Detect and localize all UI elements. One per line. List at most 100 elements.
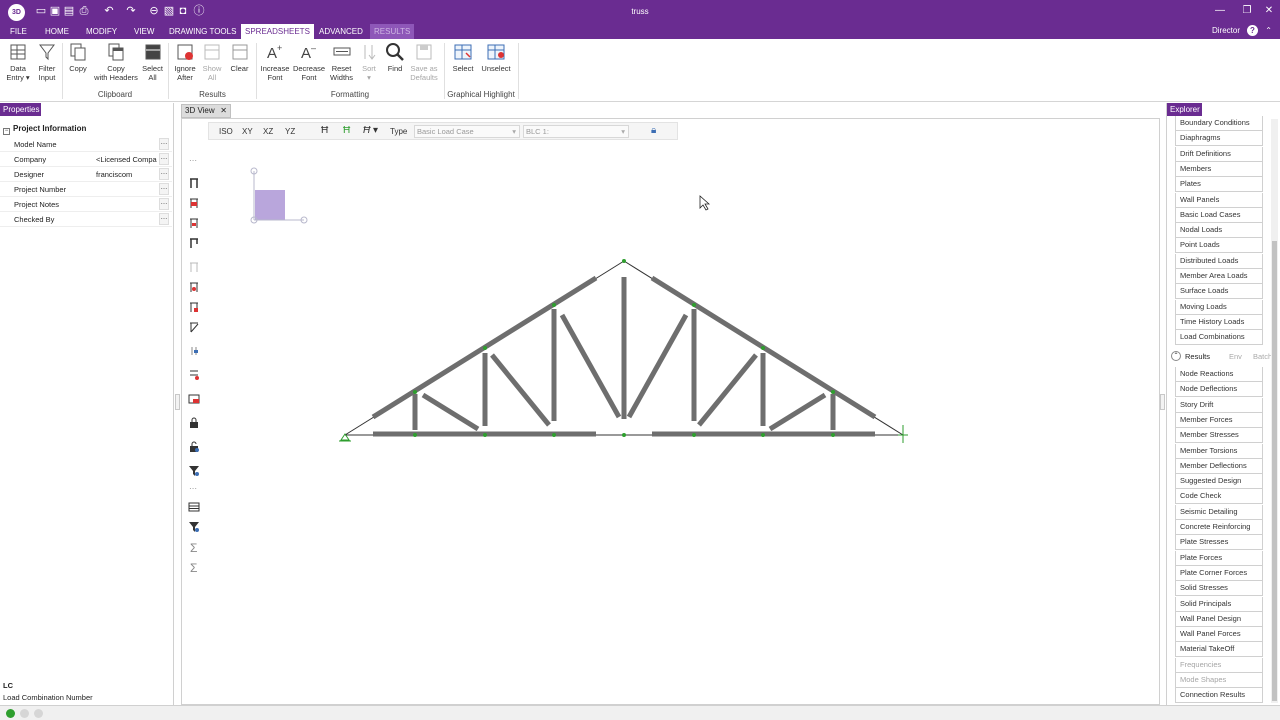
node-bottom-2 xyxy=(483,433,487,437)
clear-button[interactable]: Clear xyxy=(227,42,252,73)
ellipsis-button[interactable]: … xyxy=(159,168,169,180)
graphical-select-button[interactable]: Select xyxy=(450,42,476,73)
explorer-item-member-torsions[interactable]: Member Torsions xyxy=(1175,443,1263,459)
find-button[interactable]: Find xyxy=(383,42,407,73)
explorer-item-seismic-detailing[interactable]: Seismic Detailing xyxy=(1175,504,1263,520)
tab-advanced[interactable]: ADVANCED xyxy=(315,24,367,39)
left-splitter-handle[interactable] xyxy=(175,394,180,410)
env-toggle[interactable]: Env xyxy=(1229,352,1242,361)
tab-file[interactable]: FILE xyxy=(6,24,31,39)
explorer-item-node-reactions[interactable]: Node Reactions xyxy=(1175,367,1263,382)
explorer-item-boundary-conditions[interactable]: Boundary Conditions xyxy=(1175,116,1263,131)
explorer-item-solid-principals[interactable]: Solid Principals xyxy=(1175,596,1263,612)
ignore-after-button[interactable]: Ignore After xyxy=(171,42,199,82)
property-row-designer[interactable]: Designer franciscom … xyxy=(0,167,172,182)
explorer-item-member-forces[interactable]: Member Forces xyxy=(1175,412,1263,428)
results-section-header[interactable]: ⌃ Results Env Batch xyxy=(1169,350,1279,364)
explorer-item-node-deflections[interactable]: Node Deflections xyxy=(1175,382,1263,398)
property-value[interactable]: franciscom xyxy=(96,170,158,179)
tab-modify[interactable]: MODIFY xyxy=(82,24,121,39)
explorer-item-suggested-design[interactable]: Suggested Design xyxy=(1175,474,1263,490)
close-tab-icon[interactable]: ✕ xyxy=(220,105,227,117)
explorer-item-drift-definitions[interactable]: Drift Definitions xyxy=(1175,146,1263,162)
show-all-button[interactable]: Show All xyxy=(200,42,224,82)
property-row-model-name[interactable]: Model Name … xyxy=(0,137,172,152)
explorer-item-wall-panels[interactable]: Wall Panels xyxy=(1175,192,1263,208)
data-entry-button[interactable]: Data Entry ▾ xyxy=(3,42,33,82)
copy-button[interactable]: Copy xyxy=(65,42,91,73)
ellipsis-button[interactable]: … xyxy=(159,183,169,195)
explorer-item-moving-loads[interactable]: Moving Loads xyxy=(1175,299,1263,315)
increase-font-button[interactable]: A + Increase Font xyxy=(258,42,292,82)
tab-results[interactable]: RESULTS xyxy=(370,24,415,39)
explorer-item-story-drift[interactable]: Story Drift xyxy=(1175,397,1263,413)
property-row-project-notes[interactable]: Project Notes … xyxy=(0,197,172,212)
close-window-icon[interactable]: ✕ xyxy=(1262,5,1276,16)
explorer-item-diaphragms[interactable]: Diaphragms xyxy=(1175,131,1263,147)
batch-toggle[interactable]: Batch xyxy=(1253,352,1272,361)
truss-model[interactable] xyxy=(182,119,1159,704)
ellipsis-button[interactable]: … xyxy=(159,213,169,225)
tab-drawing-tools[interactable]: DRAWING TOOLS xyxy=(165,24,240,39)
property-row-checked-by[interactable]: Checked By … xyxy=(0,212,172,227)
3d-view-canvas[interactable]: ISO XY XZ YZ Ħ Ħ Ħ ▾ Type Basic Load Cas… xyxy=(181,118,1160,705)
save-as-defaults-button[interactable]: Save as Defaults xyxy=(408,42,440,82)
restore-icon[interactable]: ❐ xyxy=(1240,5,1254,16)
ribbon: Data Entry ▾ Filter Input Copy Copy with… xyxy=(0,39,1280,102)
right-splitter-handle[interactable] xyxy=(1160,394,1165,410)
explorer-item-mode-shapes[interactable]: Mode Shapes xyxy=(1175,673,1263,688)
graphical-unselect-button[interactable]: Unselect xyxy=(480,42,512,73)
explorer-item-wall-panel-design[interactable]: Wall Panel Design xyxy=(1175,611,1263,627)
scrollbar-thumb[interactable] xyxy=(1272,241,1277,701)
property-description: Load Combination Number xyxy=(3,693,93,702)
tab-view[interactable]: VIEW xyxy=(130,24,158,39)
tab-3d-view[interactable]: 3D View ✕ xyxy=(181,104,231,118)
explorer-item-plate-stresses[interactable]: Plate Stresses xyxy=(1175,535,1263,551)
project-information-section[interactable]: − Project Information xyxy=(3,124,86,135)
reset-widths-button[interactable]: Reset Widths xyxy=(327,42,356,82)
explorer-item-plates[interactable]: Plates xyxy=(1175,177,1263,193)
help-icon[interactable]: ? xyxy=(1247,25,1258,36)
explorer-item-member-stresses[interactable]: Member Stresses xyxy=(1175,428,1263,444)
filter-input-button[interactable]: Filter Input xyxy=(35,42,59,82)
property-row-project-number[interactable]: Project Number … xyxy=(0,182,172,197)
explorer-item-plate-corner-forces[interactable]: Plate Corner Forces xyxy=(1175,565,1263,581)
copy-with-headers-button[interactable]: Copy with Headers xyxy=(91,42,141,82)
user-name[interactable]: Director xyxy=(1212,26,1240,35)
minimize-icon[interactable]: — xyxy=(1213,5,1227,16)
decrease-font-button[interactable]: A – Decrease Font xyxy=(292,42,326,82)
explorer-item-solid-stresses[interactable]: Solid Stresses xyxy=(1175,581,1263,597)
ellipsis-button[interactable]: … xyxy=(159,153,169,165)
members[interactable] xyxy=(371,275,877,437)
explorer-item-material-takeoff[interactable]: Material TakeOff xyxy=(1175,642,1263,658)
ellipsis-button[interactable]: … xyxy=(159,138,169,150)
explorer-item-point-loads[interactable]: Point Loads xyxy=(1175,238,1263,254)
select-all-button[interactable]: Select All xyxy=(140,42,165,82)
explorer-item-frequencies[interactable]: Frequencies xyxy=(1175,657,1263,673)
collapse-results-icon[interactable]: ⌃ xyxy=(1171,351,1181,361)
explorer-item-members[interactable]: Members xyxy=(1175,161,1263,177)
explorer-item-connection-results[interactable]: Connection Results xyxy=(1175,688,1263,704)
explorer-item-time-history-loads[interactable]: Time History Loads xyxy=(1175,314,1263,330)
sort-button[interactable]: Sort ▾ xyxy=(358,42,380,82)
explorer-item-concrete-reinforcing[interactable]: Concrete Reinforcing xyxy=(1175,520,1263,535)
explorer-item-plate-forces[interactable]: Plate Forces xyxy=(1175,550,1263,566)
explorer-item-member-deflections[interactable]: Member Deflections xyxy=(1175,458,1263,474)
explorer-item-basic-load-cases[interactable]: Basic Load Cases xyxy=(1175,207,1263,223)
property-row-company[interactable]: Company <Licensed Compa … xyxy=(0,152,172,167)
explorer-item-member-area-loads[interactable]: Member Area Loads xyxy=(1175,269,1263,284)
property-value[interactable]: <Licensed Compa xyxy=(96,155,158,164)
explorer-item-nodal-loads[interactable]: Nodal Loads xyxy=(1175,223,1263,239)
copy-with-headers-label: Copy with Headers xyxy=(94,64,138,82)
ribbon-collapse-icon[interactable]: ⌃ xyxy=(1265,26,1272,35)
explorer-item-wall-panel-forces[interactable]: Wall Panel Forces xyxy=(1175,627,1263,643)
collapse-icon[interactable]: − xyxy=(3,128,10,135)
tab-home[interactable]: HOME xyxy=(41,24,73,39)
tab-spreadsheets[interactable]: SPREADSHEETS xyxy=(241,24,314,39)
explorer-item-load-combinations[interactable]: Load Combinations xyxy=(1175,330,1263,346)
explorer-item-code-check[interactable]: Code Check xyxy=(1175,489,1263,505)
explorer-item-distributed-loads[interactable]: Distributed Loads xyxy=(1175,253,1263,269)
explorer-scrollbar[interactable] xyxy=(1271,119,1278,703)
explorer-item-surface-loads[interactable]: Surface Loads xyxy=(1175,284,1263,300)
ellipsis-button[interactable]: … xyxy=(159,198,169,210)
